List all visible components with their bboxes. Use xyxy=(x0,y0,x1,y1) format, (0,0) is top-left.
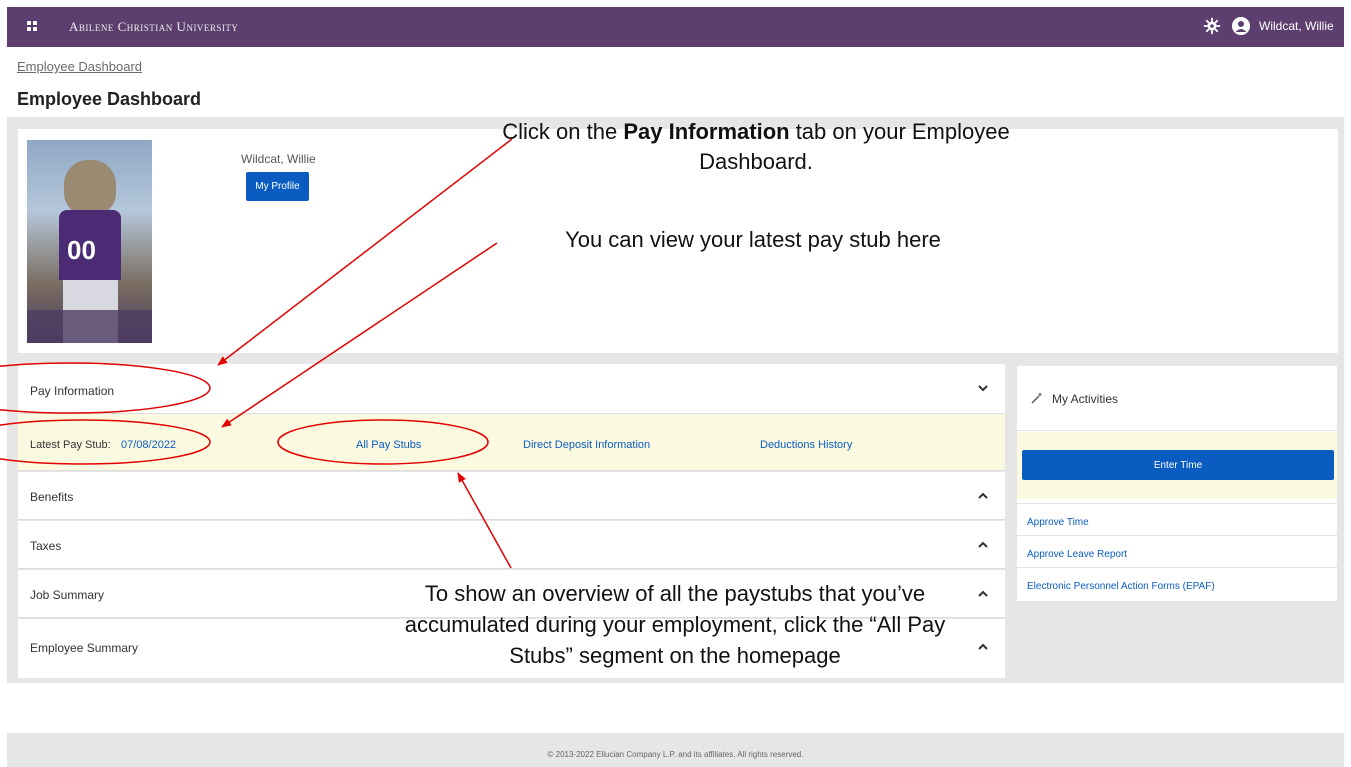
taxes-title: Taxes xyxy=(30,539,62,553)
enter-time-section: Enter Time xyxy=(1017,432,1337,499)
university-name: Abilene Christian University xyxy=(69,19,239,34)
latest-pay-stub-date-link[interactable]: 07/08/2022 xyxy=(121,439,176,451)
my-activities-title: My Activities xyxy=(1052,392,1119,406)
benefits-header[interactable]: Benefits xyxy=(18,472,1005,520)
epaf-link[interactable]: Electronic Personnel Action Forms (EPAF) xyxy=(1017,567,1337,599)
employee-summary-title: Employee Summary xyxy=(30,641,139,655)
user-avatar-icon[interactable] xyxy=(1232,17,1250,35)
annotation-bold-text: Pay Information xyxy=(623,119,790,144)
breadcrumb[interactable]: Employee Dashboard xyxy=(17,59,142,74)
my-profile-button[interactable]: My Profile xyxy=(246,172,309,201)
my-activities-header: My Activities xyxy=(1017,366,1337,431)
app-grid-icon[interactable] xyxy=(27,21,37,31)
chevron-up-icon[interactable] xyxy=(978,642,988,652)
annotation-all-pay-stubs: To show an overview of all the paystubs … xyxy=(404,581,946,668)
annotation-pay-information: Click on the Pay Information tab on your… xyxy=(500,117,1012,179)
pay-information-content: Latest Pay Stub: 07/08/2022 All Pay Stub… xyxy=(18,414,1005,471)
benefits-title: Benefits xyxy=(30,490,74,504)
chevron-down-icon[interactable] xyxy=(978,383,988,393)
top-bar: Abilene Christian University Wildcat, Wi… xyxy=(7,7,1344,47)
pay-information-header[interactable]: Pay Information xyxy=(18,364,1005,414)
copyright-text: © 2013-2022 Ellucian Company L.P. and it… xyxy=(547,750,804,759)
profile-name: Wildcat, Willie xyxy=(241,152,316,166)
approve-leave-report-link[interactable]: Approve Leave Report xyxy=(1017,535,1337,567)
page-title: Employee Dashboard xyxy=(17,89,202,109)
direct-deposit-link[interactable]: Direct Deposit Information xyxy=(523,439,650,451)
taxes-header[interactable]: Taxes xyxy=(18,521,1005,569)
pay-information-title: Pay Information xyxy=(30,384,115,398)
annotation-latest-pay-stub: You can view your latest pay stub here xyxy=(565,227,941,252)
chevron-up-icon[interactable] xyxy=(978,540,988,550)
annotation-text: Click on the xyxy=(502,119,624,144)
chevron-up-icon[interactable] xyxy=(978,491,988,501)
approve-time-link[interactable]: Approve Time xyxy=(1017,503,1337,535)
deductions-history-link[interactable]: Deductions History xyxy=(760,439,852,451)
enter-time-button[interactable]: Enter Time xyxy=(1022,450,1334,480)
job-summary-title: Job Summary xyxy=(30,588,105,602)
chevron-up-icon[interactable] xyxy=(978,589,988,599)
profile-photo: 00 xyxy=(27,140,152,343)
footer: © 2013-2022 Ellucian Company L.P. and it… xyxy=(7,733,1344,767)
jersey-number: 00 xyxy=(67,235,96,265)
my-activities-panel: My Activities Enter Time Approve Time Ap… xyxy=(1017,366,1337,601)
all-pay-stubs-link[interactable]: All Pay Stubs xyxy=(356,439,421,451)
magic-wand-icon xyxy=(1031,392,1043,404)
latest-pay-stub-label: Latest Pay Stub: xyxy=(30,439,111,451)
gear-icon[interactable] xyxy=(1203,17,1221,35)
header-user-name[interactable]: Wildcat, Willie xyxy=(1259,19,1334,33)
